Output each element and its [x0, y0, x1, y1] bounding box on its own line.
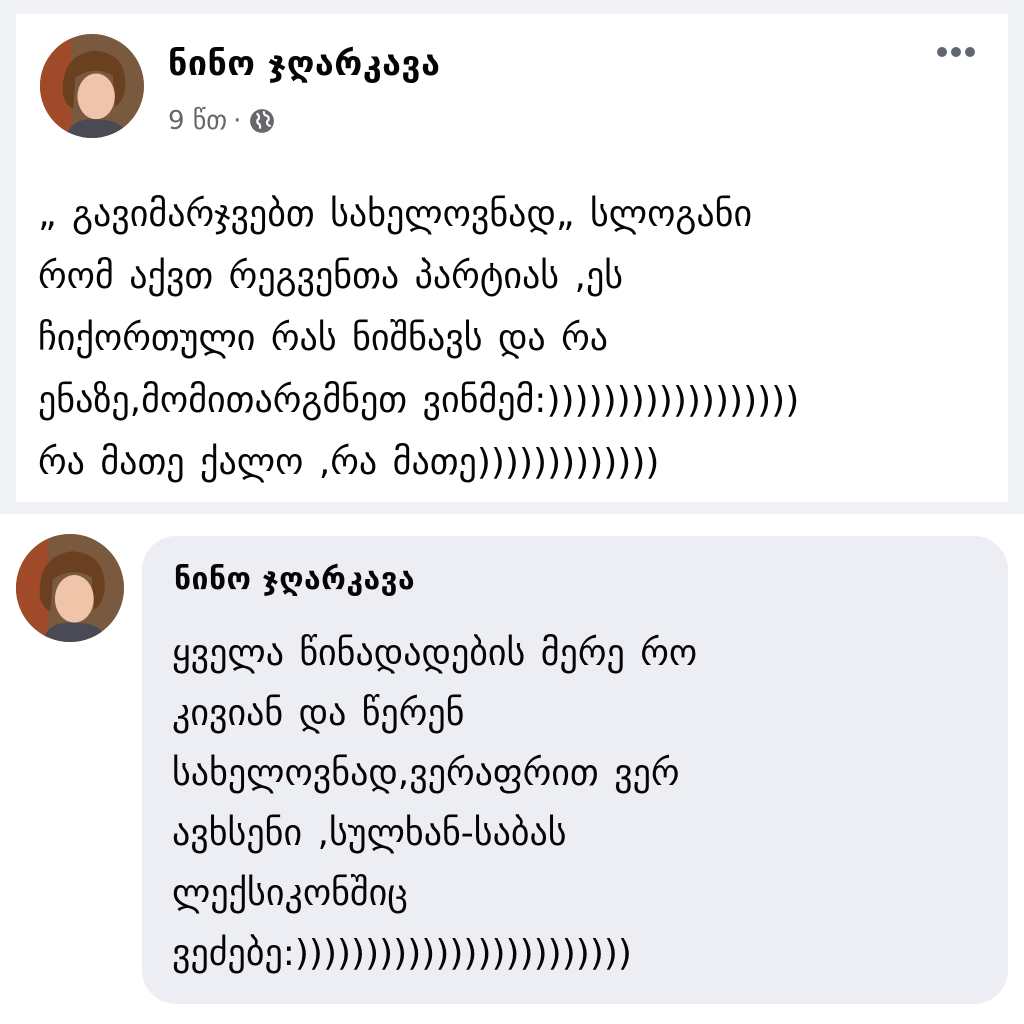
meta-separator: ·: [233, 106, 242, 136]
commenter-avatar[interactable]: [16, 534, 124, 642]
globe-icon: [250, 109, 275, 133]
avatar-image: [40, 34, 144, 138]
post-timestamp[interactable]: 9 წთ: [168, 106, 227, 136]
post-author-name[interactable]: ნინო ჯღარკავა: [168, 44, 440, 84]
comment-bubble: ნინო ჯღარკავა ყველა წინადადების მერე რო …: [142, 536, 1008, 1004]
post-card: ნინო ჯღარკავა 9 წთ · „ გავიმარჯვებთ სახე…: [16, 14, 1008, 502]
post-body-text: „ გავიმარჯვებთ სახელოვნად„ სლოგანი რომ ა…: [38, 194, 800, 483]
comment-body-text: ყველა წინადადების მერე რო კივიან და წერე…: [172, 633, 698, 974]
comment-section: ნინო ჯღარკავა ყველა წინადადების მერე რო …: [0, 514, 1024, 1024]
comment-author-name[interactable]: ნინო ჯღარკავა: [174, 562, 415, 597]
author-avatar[interactable]: [40, 34, 144, 138]
post-meta: 9 წთ ·: [168, 106, 275, 136]
more-horizontal-icon[interactable]: [934, 42, 978, 62]
avatar-image: [16, 534, 124, 642]
